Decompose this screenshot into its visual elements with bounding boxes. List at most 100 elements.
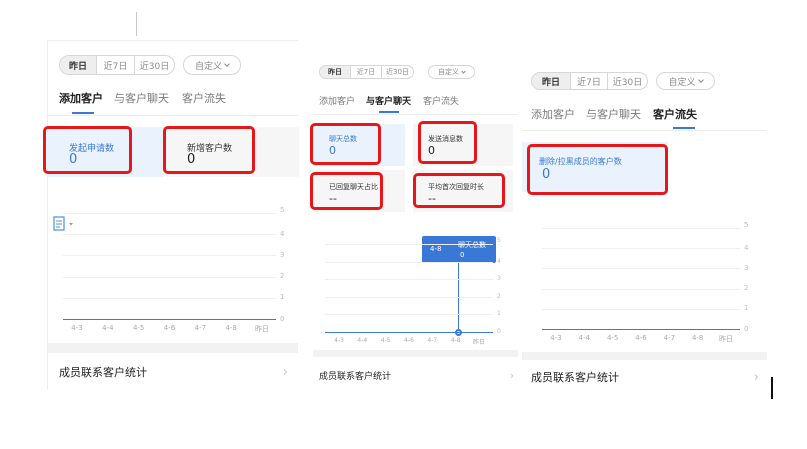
highlight-box [310,172,383,210]
y-tick-label: 1 [280,293,285,302]
x-tick-label: 4-8 [450,337,461,344]
member-contact-stats-row[interactable]: 成员联系客户统计 › [313,358,518,392]
chart-gridline [325,296,493,298]
tab-chat-customer[interactable]: 与客户聊天 [586,106,641,122]
y-tick-label: 3 [280,250,285,259]
y-tick-label: 3 [497,275,501,283]
x-tick-label: 4-5 [132,324,145,332]
filter-last7[interactable]: 近7日 [570,73,607,89]
x-tick-label: 4-6 [404,337,414,344]
chart-baseline [325,332,493,333]
date-range-selector: 昨日 近7日 近30日 [531,72,648,90]
tabs-divider [48,115,298,116]
tab-lost-customer[interactable]: 客户流失 [182,90,226,106]
y-tick-label: 2 [280,272,285,281]
active-tab-indicator [379,111,399,113]
chart-gridline [325,279,493,281]
x-tick-label: 4-3 [334,337,344,344]
x-tick-label: 4-6 [635,334,647,342]
x-tick-label: 4-7 [427,337,438,344]
chart-gridline [542,288,740,290]
member-contact-stats-row[interactable]: 成员联系客户统计 › [48,353,298,391]
screenshot-stage: 昨日 近7日 近30日 自定义 添加客户 与客户聊天 客户流失 发起申请数 0 … [0,0,807,449]
filter-last30[interactable]: 近30日 [381,66,413,78]
x-tick-label: 昨日 [719,335,733,343]
filter-custom-label: 自定义 [194,61,222,72]
filter-yesterday[interactable]: 昨日 [320,66,350,78]
tabs-divider [522,130,767,131]
filter-custom-dropdown[interactable]: 自定义 [428,65,475,79]
y-tick-label: 5 [744,221,749,229]
filter-last30[interactable]: 近30日 [134,56,174,74]
tabs-divider [313,114,518,115]
x-tick-label: 4-4 [357,337,368,344]
date-range-selector: 昨日 近7日 近30日 [59,55,175,75]
chart-gridline [542,248,740,250]
tab-add-customer[interactable]: 添加客户 [59,90,103,106]
highlight-box [310,123,381,165]
y-tick-label: 3 [744,263,749,272]
chart-gridline [325,314,493,316]
y-tick-label: 2 [497,292,501,300]
panel-add-customer: 昨日 近7日 近30日 自定义 添加客户 与客户聊天 客户流失 发起申请数 0 … [47,40,299,391]
tab-chat-customer[interactable]: 与客户聊天 [366,94,411,107]
chart-gridline [63,297,276,299]
chart-gridline [63,255,276,257]
y-tick-label: 1 [497,310,501,318]
y-tick-label: 4 [280,229,285,238]
x-tick-label: 4-4 [102,324,114,332]
x-tick-label: 4-8 [225,324,237,332]
active-tab-indicator [673,127,695,129]
chevron-down-icon [461,68,466,74]
highlight-box [413,173,505,208]
tab-add-customer[interactable]: 添加客户 [531,106,575,122]
y-tick-label: 4 [497,257,501,265]
member-contact-stats-row[interactable]: 成员联系客户统计 › [522,360,767,394]
tab-add-customer[interactable]: 添加客户 [319,94,355,107]
chevron-right-icon: › [282,364,288,380]
chart-gridline [63,276,276,278]
x-tick-label: 昨日 [472,339,485,346]
chevron-down-icon [224,60,230,67]
x-tick-label: 4-7 [663,334,676,342]
filter-yesterday[interactable]: 昨日 [60,56,96,74]
tab-chat-customer[interactable]: 与客户聊天 [114,90,169,106]
chart-gridline [63,213,276,214]
tooltip-value: 0 [460,251,465,259]
chart-gridline [542,268,740,270]
chart-gridline [63,234,276,236]
highlight-box [418,121,477,164]
tab-lost-customer[interactable]: 客户流失 [653,106,697,122]
filter-yesterday[interactable]: 昨日 [532,73,570,89]
x-tick-label: 4-5 [606,334,619,342]
chart-type-icon[interactable] [53,216,77,232]
chart-gridline [542,228,740,229]
footer-label: 成员联系客户统计 [59,366,147,379]
chevron-down-icon [697,76,704,83]
highlight-box [163,126,255,174]
chevron-right-icon: › [509,368,514,382]
date-range-selector: 昨日 近7日 近30日 [319,65,414,79]
x-tick-label: 昨日 [255,325,269,333]
chart-baseline [63,319,276,320]
filter-custom-dropdown[interactable]: 自定义 [183,55,241,75]
panel-lost-customer: 昨日 近7日 近30日 自定义 添加客户 与客户聊天 客户流失 删除/拉黑成员的… [522,62,767,394]
footer-label: 成员联系客户统计 [531,371,619,384]
filter-last7[interactable]: 近7日 [96,56,134,74]
x-tick-label: 4-3 [71,324,83,332]
tooltip-series: 聊天总数 [458,241,486,249]
panel-chat-customer: 昨日 近7日 近30日 自定义 添加客户 与客户聊天 客户流失 聊天总数 0 发… [313,58,518,392]
chart-gridline [542,308,740,310]
x-tick-label: 4-6 [163,324,176,332]
divider-line-right [771,377,773,399]
filter-custom-label: 自定义 [668,77,696,88]
filter-last30[interactable]: 近30日 [607,73,647,89]
filter-last7[interactable]: 近7日 [350,66,381,78]
y-tick-label: 5 [497,237,501,244]
filter-custom-dropdown[interactable]: 自定义 [656,72,715,90]
tab-lost-customer[interactable]: 客户流失 [423,94,459,107]
x-tick-label: 4-4 [578,334,591,342]
divider-line-top [136,12,137,36]
footer-separator [313,350,518,357]
chevron-right-icon: › [753,369,759,385]
